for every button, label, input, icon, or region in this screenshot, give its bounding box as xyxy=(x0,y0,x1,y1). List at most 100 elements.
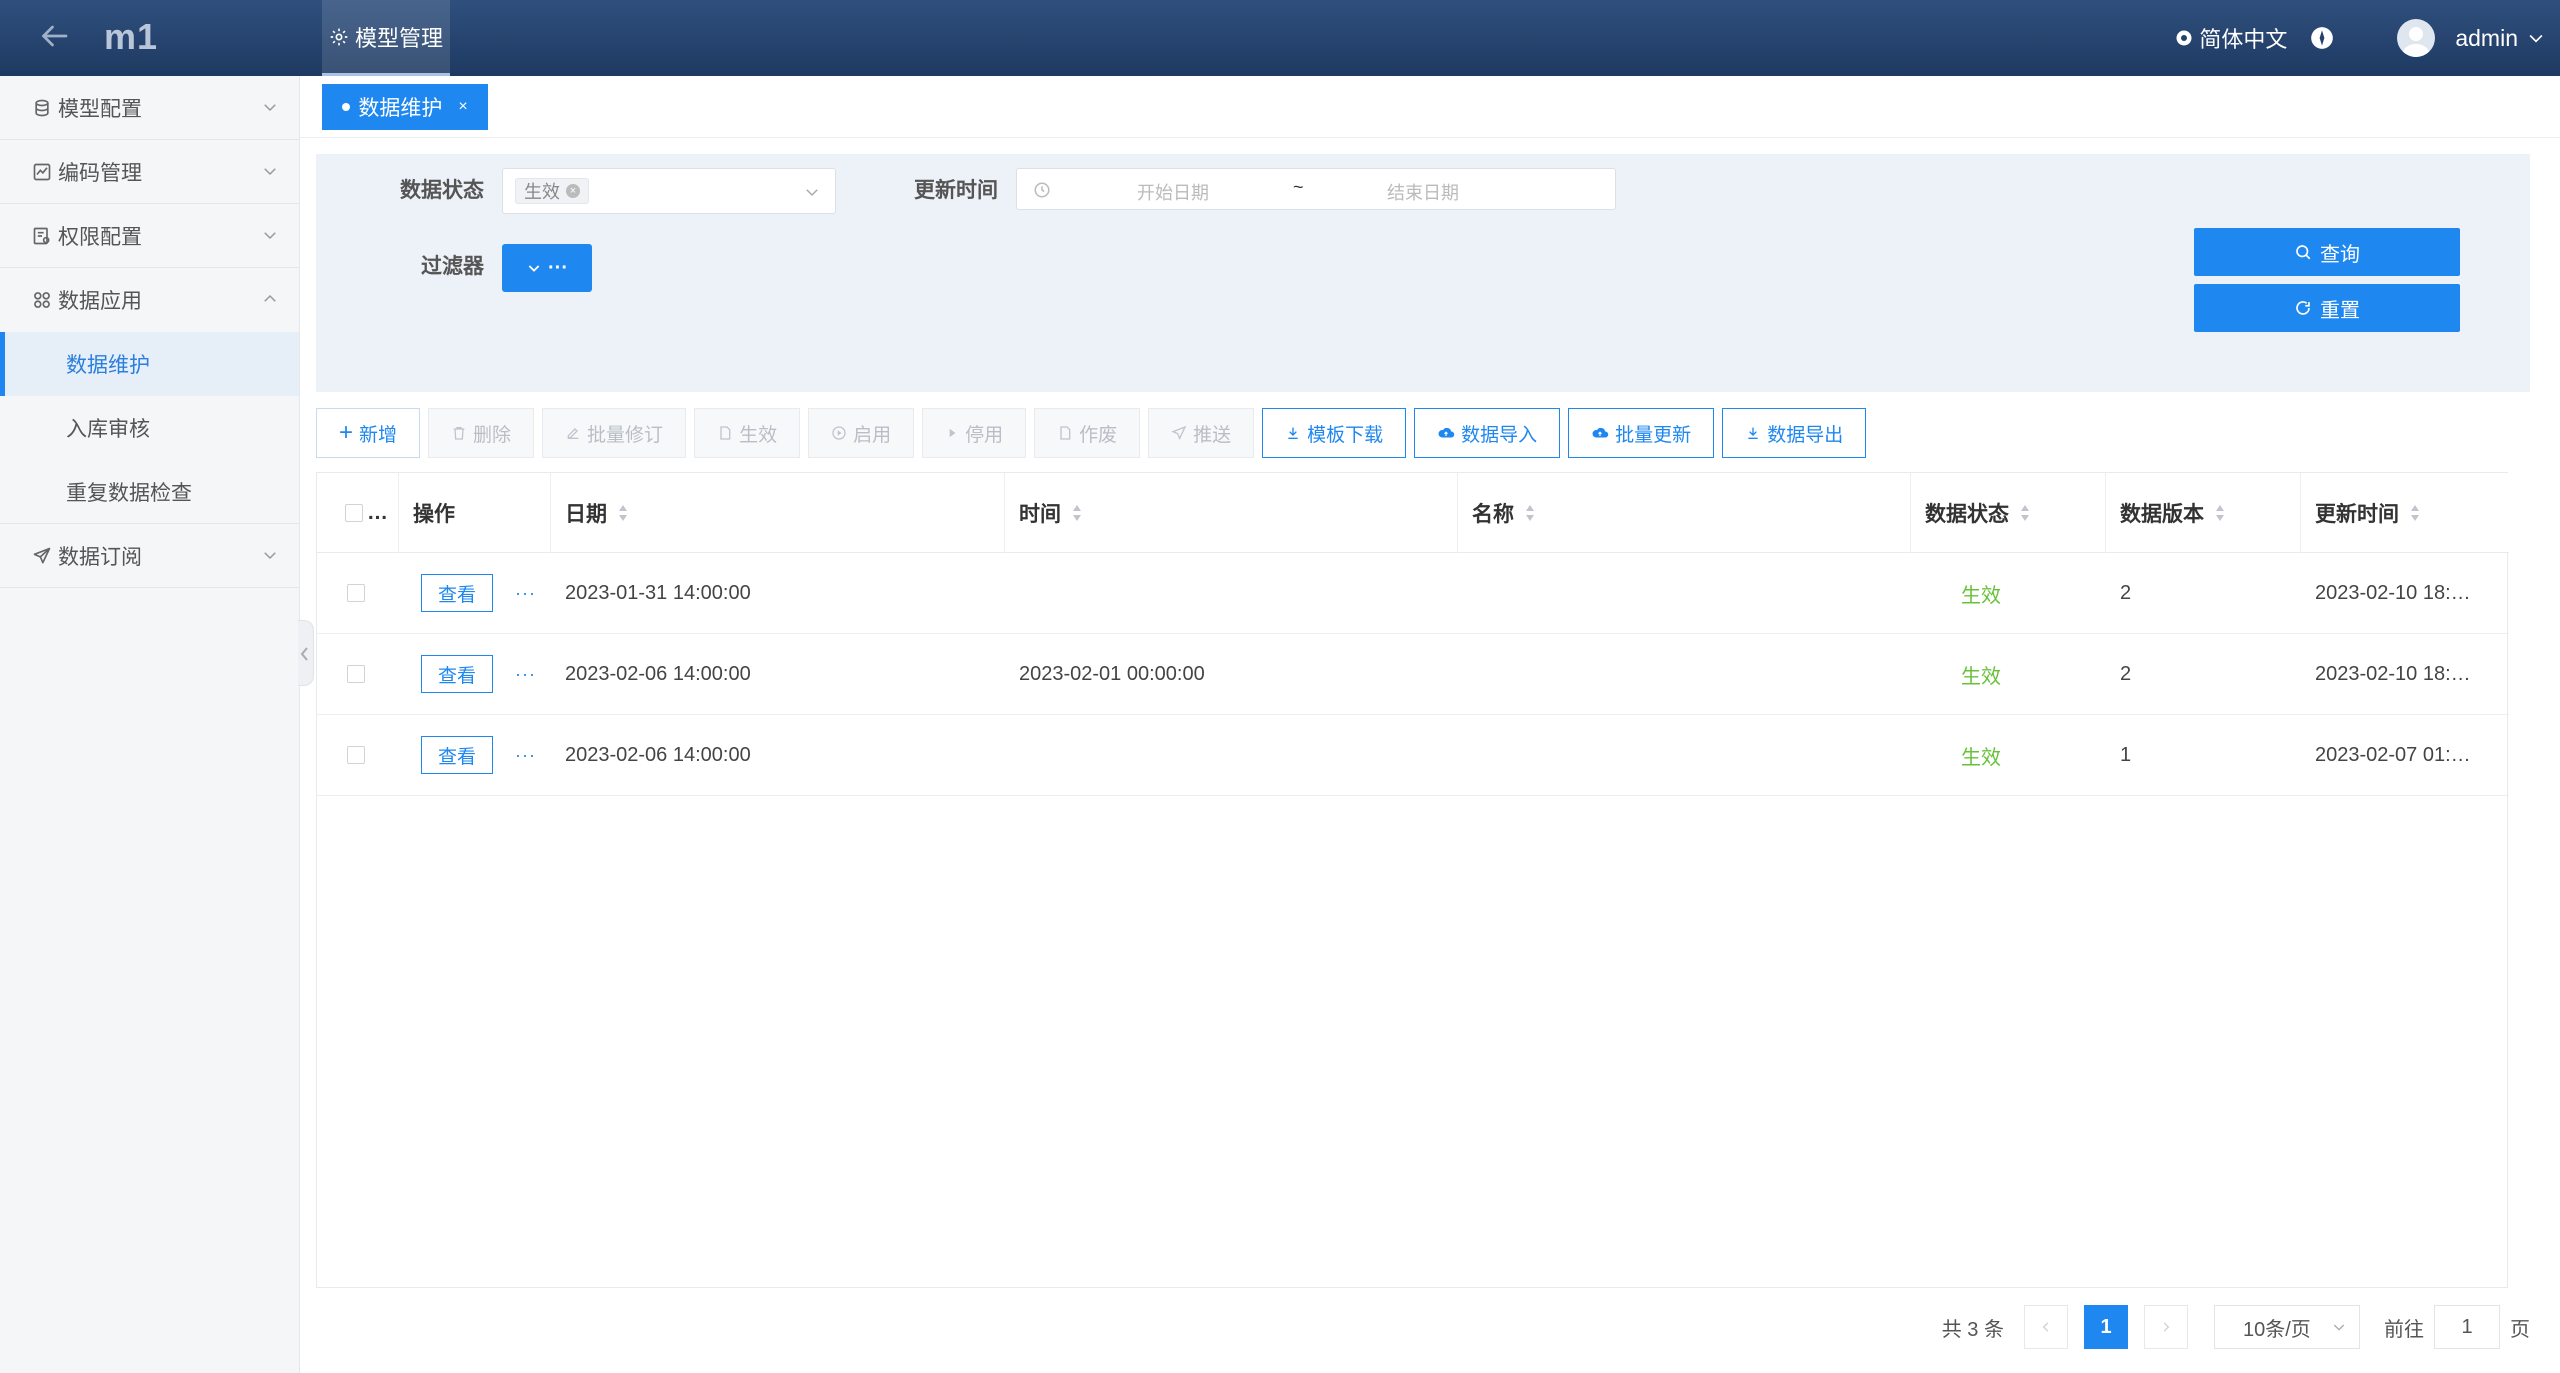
column-header-time[interactable]: 时间 xyxy=(1005,473,1458,553)
column-header-name[interactable]: 名称 xyxy=(1458,473,1911,553)
prev-page-button[interactable] xyxy=(2024,1305,2068,1349)
batch-revise-button[interactable]: 批量修订 xyxy=(542,408,687,458)
more-actions-icon[interactable]: ··· xyxy=(515,664,536,685)
table-row[interactable]: 查看 ··· 2023-01-31 14:00:00 生效 2 2023-02-… xyxy=(317,553,2509,634)
template-download-button[interactable]: 模板下载 xyxy=(1262,408,1407,458)
more-actions-icon[interactable]: ··· xyxy=(515,583,536,604)
data-export-button[interactable]: 数据导出 xyxy=(1722,408,1867,458)
compass-icon[interactable] xyxy=(2309,25,2335,51)
send-icon xyxy=(1171,425,1187,440)
download-icon xyxy=(1288,427,1298,439)
template-download-button-label: 模板下载 xyxy=(1307,424,1384,446)
page-size-select[interactable]: 10条/页 xyxy=(2214,1305,2360,1349)
chevron-down-icon xyxy=(264,552,276,560)
effective-button[interactable]: 生效 xyxy=(694,408,801,458)
goto-label: 前往 xyxy=(2384,1318,2424,1341)
sidebar-item-label: 数据应用 xyxy=(58,290,142,313)
sidebar-item-label: 模型配置 xyxy=(58,97,142,121)
enable-button[interactable]: 启用 xyxy=(808,408,915,458)
add-button-label: 新增 xyxy=(359,424,398,446)
chevron-down-icon xyxy=(264,104,276,112)
row-checkbox[interactable] xyxy=(347,584,365,602)
add-button[interactable]: + 新增 xyxy=(316,408,421,458)
select-all-checkbox[interactable] xyxy=(345,504,363,522)
sidebar-collapse-handle[interactable] xyxy=(298,620,314,686)
top-tab-model-management[interactable]: 模型管理 xyxy=(322,0,450,76)
query-button[interactable]: 查询 xyxy=(2194,228,2460,276)
cell-version: 2 xyxy=(2120,581,2132,604)
goto-page-input[interactable]: 1 xyxy=(2434,1305,2500,1349)
next-page-button[interactable] xyxy=(2144,1305,2188,1349)
play-circle-icon xyxy=(832,426,846,440)
table-row[interactable]: 查看 ··· 2023-02-06 14:00:00 生效 1 2023-02-… xyxy=(317,715,2509,796)
download-icon xyxy=(1748,427,1758,439)
sidebar-item-data-apps[interactable]: 数据应用 xyxy=(0,268,299,332)
sort-icon[interactable] xyxy=(2019,503,2031,523)
row-checkbox[interactable] xyxy=(347,746,365,764)
tab-data-maintenance[interactable]: 数据维护 × xyxy=(322,84,488,130)
clock-icon xyxy=(1034,182,1050,198)
end-date-input[interactable]: 结束日期 xyxy=(1387,179,1459,205)
disable-button[interactable]: 停用 xyxy=(922,408,1027,458)
table-row[interactable]: 查看 ··· 2023-02-06 14:00:00 2023-02-01 00… xyxy=(317,634,2509,715)
page-size-label: 10条/页 xyxy=(2243,1318,2311,1341)
table-header: … 操作 日期 时间 名称 数据状态 数据版本 更新时间 xyxy=(317,473,2509,553)
sidebar-subitem-duplicate-check[interactable]: 重复数据检查 xyxy=(0,460,299,524)
app-title: m1 xyxy=(104,16,159,57)
data-import-button[interactable]: 数据导入 xyxy=(1414,408,1561,458)
filter-label: 过滤器 xyxy=(421,255,484,278)
more-actions-icon[interactable]: ··· xyxy=(515,745,536,766)
top-tab-label: 模型管理 xyxy=(354,25,443,51)
cell-version: 2 xyxy=(2120,662,2132,685)
cell-time: 2023-02-01 00:00:00 xyxy=(1019,662,1205,685)
push-button[interactable]: 推送 xyxy=(1148,408,1255,458)
sidebar-subitem-data-maintenance[interactable]: 数据维护 xyxy=(0,332,299,396)
chevron-left-icon xyxy=(2042,1322,2049,1332)
view-button[interactable]: 查看 xyxy=(421,574,493,612)
language-label: 简体中文 xyxy=(2199,27,2288,52)
user-menu[interactable]: admin xyxy=(2397,19,2546,57)
sidebar-item-permission-config[interactable]: 权限配置 xyxy=(0,204,299,268)
update-time-range-picker[interactable]: 开始日期 ~ 结束日期 xyxy=(1016,168,1616,210)
delete-button[interactable]: 删除 xyxy=(428,408,535,458)
sidebar-subitem-storage-review[interactable]: 入库审核 xyxy=(0,396,299,460)
column-header-label: 数据状态 xyxy=(1925,503,2009,526)
sidebar-item-code-management[interactable]: 编码管理 xyxy=(0,140,299,204)
back-arrow-icon[interactable] xyxy=(36,18,72,54)
select-column-more: … xyxy=(367,501,388,524)
query-button-label: 查询 xyxy=(2320,243,2360,266)
sort-icon[interactable] xyxy=(2409,503,2421,523)
status-select[interactable]: 生效 × xyxy=(502,168,836,214)
plus-icon: + xyxy=(339,419,354,446)
close-icon[interactable]: × xyxy=(458,98,467,116)
filter-button[interactable]: ··· xyxy=(502,244,592,292)
column-header-version[interactable]: 数据版本 xyxy=(2106,473,2301,553)
sort-icon[interactable] xyxy=(1524,503,1536,523)
top-bar: m1 模型管理 简体中文 admin xyxy=(0,0,2560,76)
view-button[interactable]: 查看 xyxy=(421,736,493,774)
column-header-date[interactable]: 日期 xyxy=(551,473,1005,553)
column-header-updated[interactable]: 更新时间 xyxy=(2301,473,2509,553)
status-tag-label: 生效 xyxy=(524,182,560,202)
tag-close-icon[interactable]: × xyxy=(566,184,580,198)
chevron-right-icon xyxy=(2163,1322,2170,1332)
sort-icon[interactable] xyxy=(2214,503,2226,523)
cell-status: 生效 xyxy=(1961,665,2001,688)
page-number-button[interactable]: 1 xyxy=(2084,1305,2128,1349)
column-header-label: 操作 xyxy=(413,503,455,526)
chart-icon xyxy=(33,163,51,180)
view-button[interactable]: 查看 xyxy=(421,655,493,693)
void-button[interactable]: 作废 xyxy=(1034,408,1141,458)
start-date-input[interactable]: 开始日期 xyxy=(1137,179,1209,205)
sidebar-item-model-config[interactable]: 模型配置 xyxy=(0,76,299,140)
reset-button[interactable]: 重置 xyxy=(2194,284,2460,332)
row-checkbox[interactable] xyxy=(347,665,365,683)
column-header-status[interactable]: 数据状态 xyxy=(1911,473,2106,553)
language-switch[interactable]: 简体中文 xyxy=(2175,22,2287,54)
sidebar-item-data-subscription[interactable]: 数据订阅 xyxy=(0,524,299,588)
batch-update-button[interactable]: 批量更新 xyxy=(1568,408,1715,458)
sort-icon[interactable] xyxy=(1071,503,1083,523)
sort-icon[interactable] xyxy=(617,503,629,523)
column-header-actions: 操作 xyxy=(399,473,551,553)
gear-icon xyxy=(330,28,348,45)
